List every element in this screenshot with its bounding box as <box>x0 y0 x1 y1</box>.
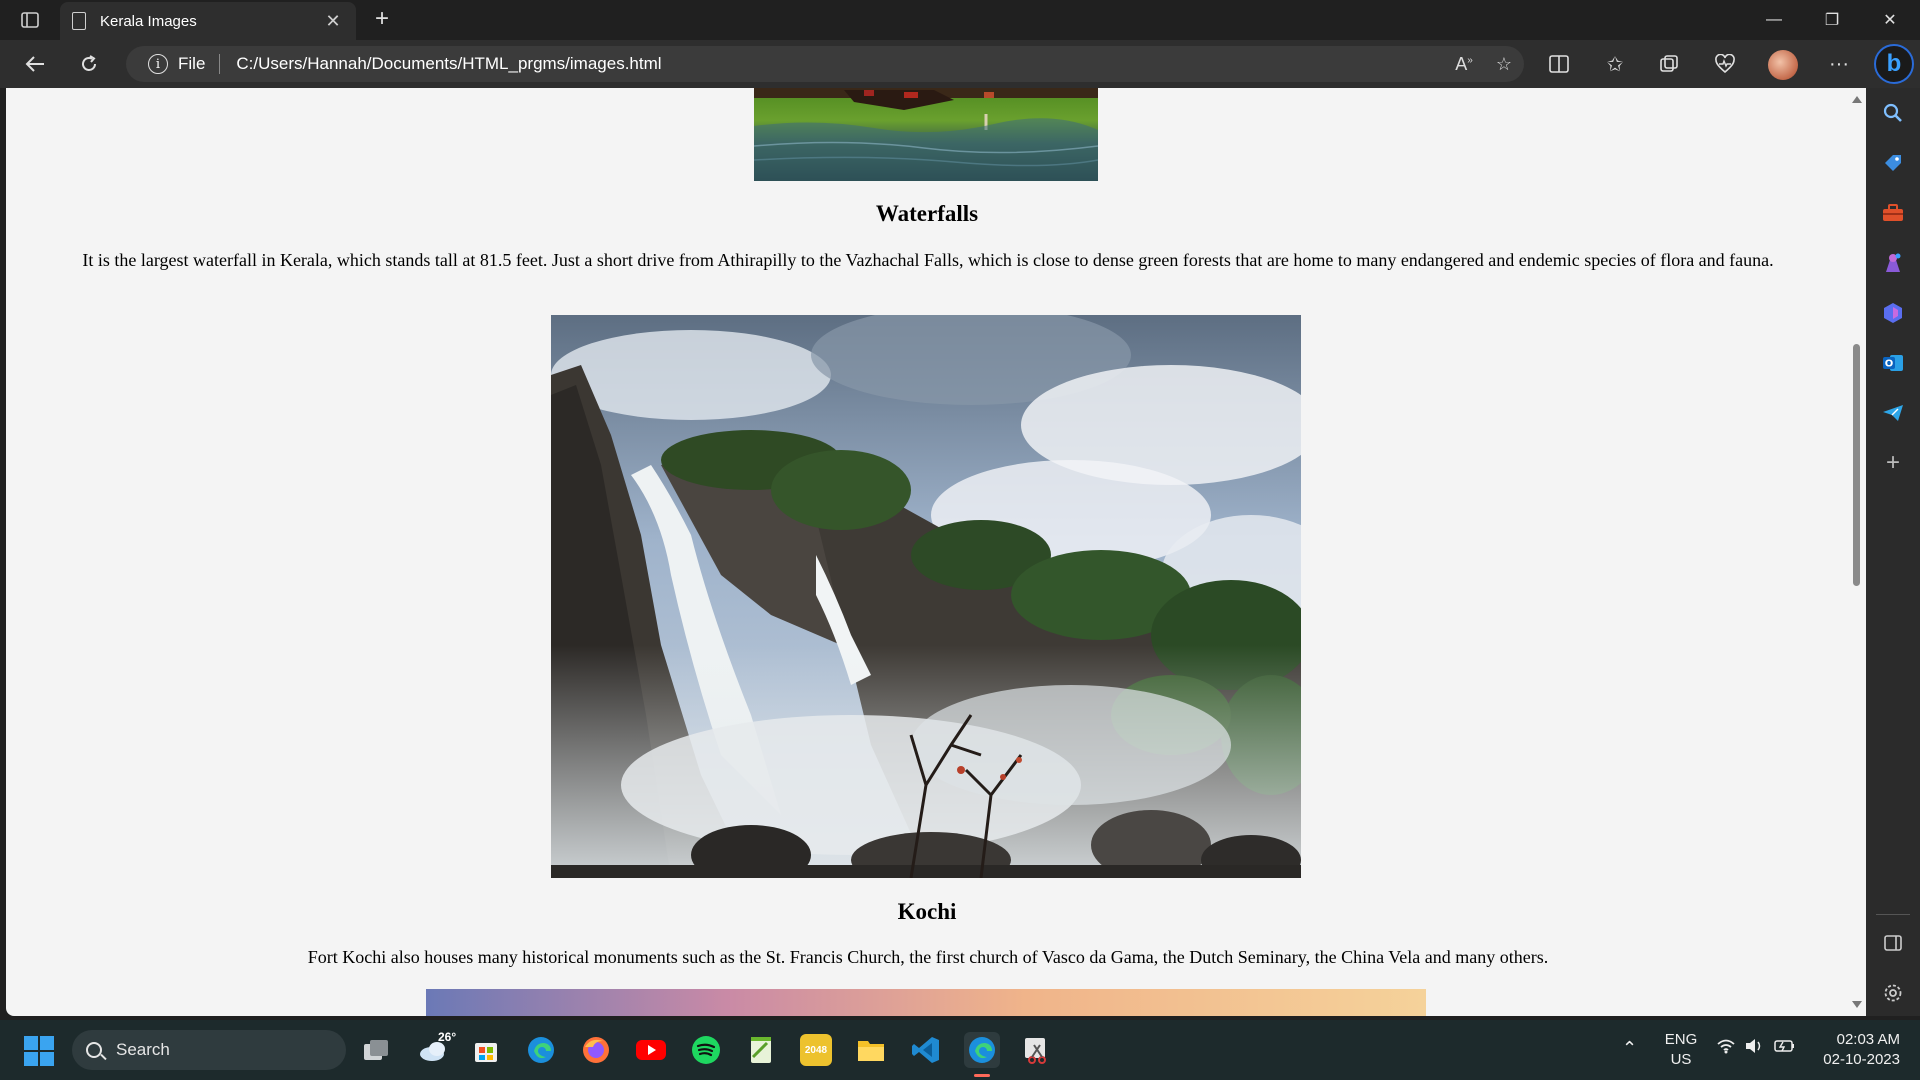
2048-icon[interactable]: 2048 <box>800 1034 832 1066</box>
url-text[interactable]: C:/Users/Hannah/Documents/HTML_prgms/ima… <box>236 54 1444 74</box>
browser-toolbar: i File C:/Users/Hannah/Documents/HTML_pr… <box>0 40 1920 88</box>
weather-temp: 26° <box>438 1030 457 1044</box>
section-text-waterfalls: It is the largest waterfall in Kerala, w… <box>82 250 1774 270</box>
refresh-icon[interactable] <box>72 48 106 80</box>
browser-tab[interactable]: Kerala Images ✕ <box>60 2 356 40</box>
edge-sidebar: O + <box>1866 88 1920 1016</box>
split-screen-icon[interactable] <box>1542 48 1576 80</box>
youtube-icon[interactable] <box>635 1034 667 1066</box>
edge-icon[interactable] <box>525 1034 557 1066</box>
search-magnifier-icon <box>86 1042 102 1058</box>
taskbar: Search 26° 2048 ⌃ ENG US 02:03 AM 02-10-… <box>0 1020 1920 1080</box>
weather-icon[interactable]: 26° <box>414 1030 456 1066</box>
taskbar-search[interactable]: Search <box>72 1030 346 1070</box>
lang-region: US <box>1670 1051 1692 1068</box>
wifi-icon[interactable] <box>1716 1038 1736 1060</box>
profile-avatar[interactable] <box>1768 50 1798 80</box>
volume-icon[interactable] <box>1744 1038 1764 1060</box>
notepad-icon[interactable] <box>745 1034 777 1066</box>
restore-button[interactable]: ❐ <box>1804 0 1860 40</box>
read-aloud-icon[interactable]: A» <box>1444 54 1484 75</box>
shopping-tag-icon[interactable] <box>1878 148 1908 178</box>
scroll-up-arrow[interactable] <box>1852 96 1862 103</box>
tab-actions-icon[interactable] <box>14 8 46 32</box>
lang-code: ENG <box>1664 1031 1698 1048</box>
bing-copilot-icon[interactable]: b <box>1874 44 1914 84</box>
snipping-tool-icon[interactable] <box>1020 1034 1052 1066</box>
file-explorer-icon[interactable] <box>855 1034 887 1066</box>
page-viewport: Waterfalls It is the largest waterfall i… <box>6 88 1848 1016</box>
close-tab-icon[interactable]: ✕ <box>322 11 344 32</box>
copilot-icon[interactable] <box>1878 298 1908 328</box>
language-indicator[interactable]: ENG US <box>1664 1030 1698 1070</box>
minimize-button[interactable]: — <box>1746 0 1802 40</box>
search-icon[interactable] <box>1878 98 1908 128</box>
vscode-icon[interactable] <box>910 1034 942 1066</box>
section-heading-waterfalls: Waterfalls <box>875 201 979 226</box>
scroll-thumb[interactable] <box>1853 344 1860 586</box>
tab-title: Kerala Images <box>100 12 197 30</box>
kochi-image <box>426 989 1426 1016</box>
address-separator <box>219 54 221 74</box>
page-icon <box>72 12 86 30</box>
waterfall-image <box>551 315 1301 878</box>
show-hidden-icons[interactable]: ⌃ <box>1622 1038 1637 1058</box>
battery-icon[interactable] <box>1774 1038 1796 1060</box>
clock-date: 02-10-2023 <box>1823 1051 1900 1068</box>
svg-text:O: O <box>1885 359 1894 370</box>
task-view-icon[interactable] <box>360 1034 392 1066</box>
favorite-star-icon[interactable]: ☆ <box>1484 54 1524 75</box>
firefox-icon[interactable] <box>580 1034 612 1066</box>
url-scheme: File <box>178 54 206 73</box>
title-bar: Kerala Images ✕ + — ❐ ✕ <box>0 0 1920 40</box>
add-icon[interactable]: + <box>1878 448 1908 478</box>
hide-sidebar-icon[interactable] <box>1878 928 1908 958</box>
store-icon[interactable] <box>470 1034 502 1066</box>
edge-active-icon[interactable] <box>964 1032 1000 1068</box>
telegram-icon[interactable] <box>1878 398 1908 428</box>
browser-essentials-icon[interactable] <box>1708 48 1742 80</box>
sidebar-divider <box>1876 914 1910 915</box>
games-icon[interactable] <box>1878 248 1908 278</box>
scroll-down-arrow[interactable] <box>1852 1001 1862 1008</box>
section-text-kochi: Fort Kochi also houses many historical m… <box>307 947 1549 967</box>
favorites-icon[interactable]: ✩ <box>1598 48 1632 80</box>
back-icon[interactable] <box>18 48 52 80</box>
close-window-button[interactable]: ✕ <box>1862 0 1918 40</box>
outlook-icon[interactable]: O <box>1878 348 1908 378</box>
page-scrollbar[interactable] <box>1848 88 1866 1016</box>
windows-start-icon[interactable] <box>24 1036 54 1066</box>
tools-icon[interactable] <box>1878 198 1908 228</box>
spotify-icon[interactable] <box>690 1034 722 1066</box>
backwaters-image <box>754 88 1098 181</box>
search-placeholder: Search <box>116 1040 170 1059</box>
site-info-icon[interactable]: i <box>148 54 168 74</box>
address-bar[interactable]: i File C:/Users/Hannah/Documents/HTML_pr… <box>126 46 1524 82</box>
section-heading-kochi: Kochi <box>897 899 957 924</box>
clock[interactable]: 02:03 AM 02-10-2023 <box>1814 1030 1900 1070</box>
new-tab-button[interactable]: + <box>368 6 396 34</box>
clock-time: 02:03 AM <box>1836 1031 1900 1048</box>
collections-icon[interactable] <box>1652 48 1686 80</box>
active-app-indicator <box>974 1074 990 1077</box>
more-icon[interactable]: ··· <box>1822 48 1856 80</box>
settings-icon[interactable] <box>1878 978 1908 1008</box>
